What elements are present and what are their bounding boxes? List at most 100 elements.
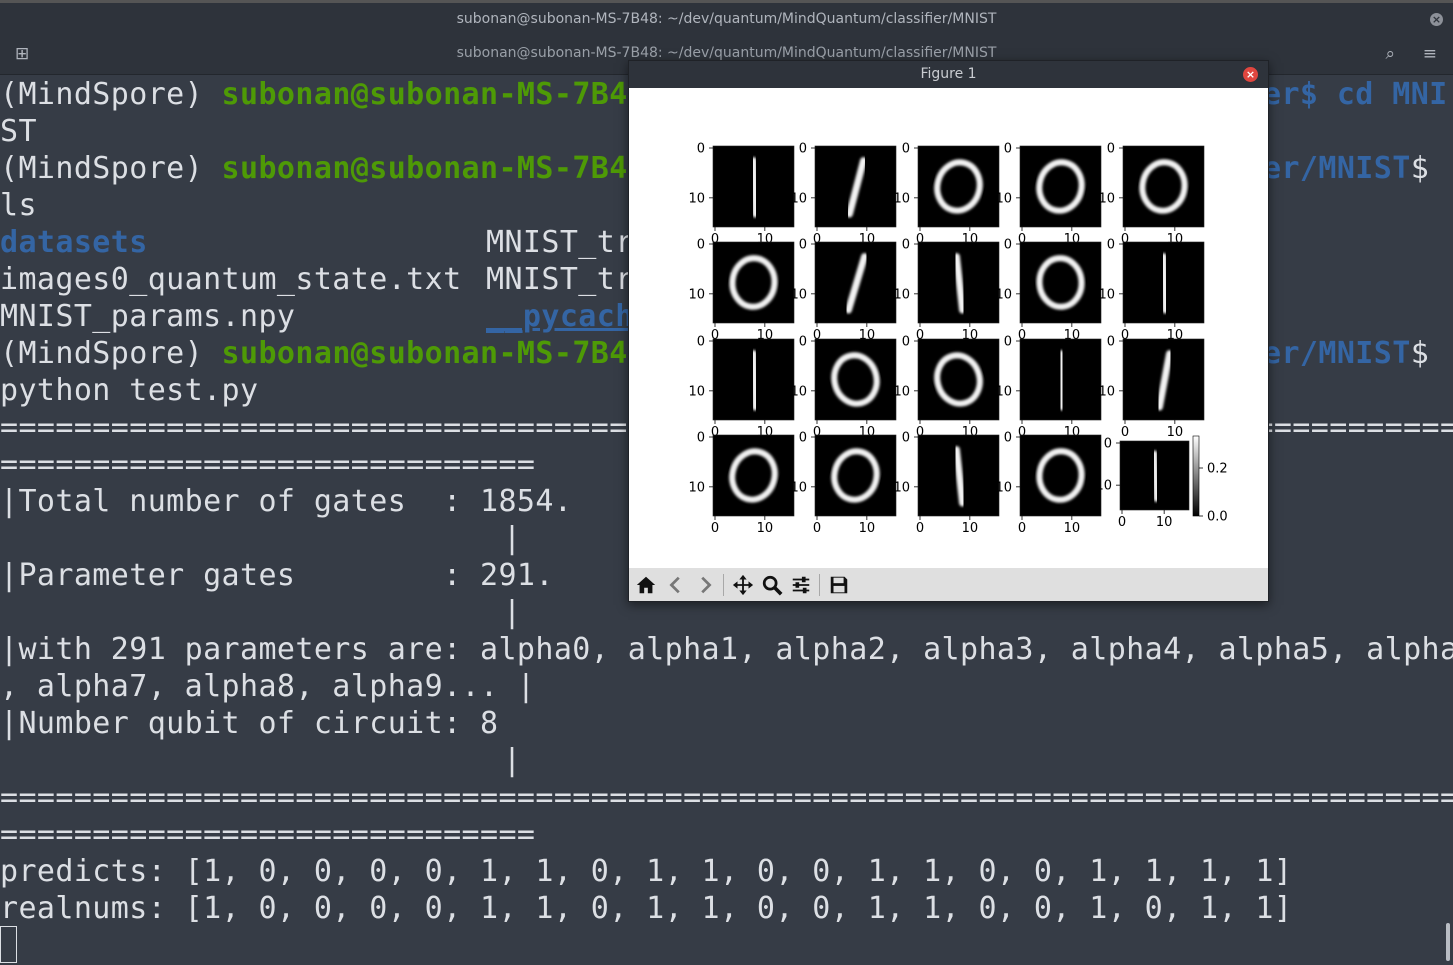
- digit-image: [917, 338, 1000, 421]
- predicts-line: predicts: [1, 0, 0, 0, 0, 1, 1, 0, 1, 1,…: [0, 854, 1293, 889]
- table-pipe: |: [503, 595, 522, 630]
- digit-image: [814, 338, 897, 421]
- table-pipe: |: [503, 743, 522, 778]
- prompt-path-3: er/MNIST$: [1263, 335, 1429, 372]
- env-name: (MindSpore): [0, 336, 222, 371]
- figure-canvas[interactable]: 0 10 0 10 0 10 0 10 0 10 0 10 0 10 0 10 0 10 0 10 0 10 0 10 0 10 0…: [629, 88, 1268, 568]
- toolbar-separator: [819, 574, 820, 596]
- y-tick-label: 10: [1098, 287, 1115, 302]
- command-cd: er$ cd MNI: [1263, 77, 1448, 112]
- ls-entry: images0_quantum_state.txt: [0, 262, 462, 297]
- x-tick-label: 0: [1018, 521, 1026, 536]
- colorbar: [1192, 435, 1200, 517]
- y-tick-label: 10: [995, 480, 1012, 495]
- separator-rule: =============================: [0, 447, 536, 482]
- menu-icon[interactable]: ≡: [1423, 44, 1437, 64]
- figure-title: Figure 1: [629, 61, 1268, 88]
- digit-stroke-one: [1151, 450, 1160, 502]
- prompt-path-1: er$ cd MNI: [1263, 76, 1448, 113]
- y-tick-label: 0: [799, 238, 807, 253]
- prompt-user: subonan@subonan-MS-7B48: [221, 77, 647, 112]
- zoom-icon[interactable]: [759, 572, 785, 598]
- y-tick-label: 0: [902, 142, 910, 157]
- prompt-dollar: $: [1410, 151, 1430, 186]
- env-name: (MindSpore): [0, 151, 222, 186]
- y-tick-label: 0: [902, 335, 910, 350]
- y-tick-label: 0: [1107, 142, 1115, 157]
- colorbar-tick-label: 0.0: [1207, 510, 1228, 525]
- y-tick-label: 0: [697, 335, 705, 350]
- digit-stroke-one: [750, 157, 759, 218]
- y-tick-label: 10: [790, 191, 807, 206]
- x-tick-label: 0: [813, 521, 821, 536]
- ls-entry-pycache: __pycach: [486, 299, 634, 334]
- configure-subplots-icon[interactable]: [788, 572, 814, 598]
- digit-stroke-one: [1057, 350, 1066, 411]
- y-tick-label: 10: [790, 480, 807, 495]
- separator-rule: =============================: [0, 817, 536, 852]
- prompt-user: subonan@subonan-MS-7B48: [221, 151, 647, 186]
- digit-image: [712, 241, 795, 324]
- digit-stroke-one: [1160, 253, 1169, 314]
- save-icon[interactable]: [826, 572, 852, 598]
- ls-entry: MNIST_tr: [486, 225, 634, 260]
- prompt-user: subonan@subonan-MS-7B48: [221, 336, 647, 371]
- env-name: (MindSpore): [0, 77, 222, 112]
- back-icon[interactable]: [663, 572, 689, 598]
- y-tick-label: 0: [697, 142, 705, 157]
- digit-image: [1019, 434, 1102, 517]
- prompt-line-2: (MindSpore) subonan@subonan-MS-7B48: [0, 150, 646, 187]
- y-tick-label: 0: [1107, 335, 1115, 350]
- parameter-gates-line: |Parameter gates : 291.: [0, 558, 554, 593]
- y-tick-label: 10: [893, 384, 910, 399]
- prompt-path: er/MNIST: [1263, 151, 1411, 186]
- search-icon[interactable]: ⌕: [1385, 44, 1395, 64]
- digit-image: [814, 434, 897, 517]
- parameters-line: |with 291 parameters are: alpha0, alpha1…: [0, 632, 1453, 667]
- window-title: subonan@subonan-MS-7B48: ~/dev/quantum/M…: [456, 11, 997, 27]
- x-tick-label: 0: [916, 521, 924, 536]
- window-titlebar: subonan@subonan-MS-7B48: ~/dev/quantum/M…: [0, 0, 1453, 36]
- y-tick-label: 0: [902, 431, 910, 446]
- ls-entry-datasets: datasets: [0, 225, 148, 260]
- matplotlib-figure-window: Figure 1 × 0 10 0 10 0 10 0 10 0 10 0 10 0 10 0 10 0 10 0 1…: [628, 60, 1269, 602]
- x-tick-label: 10: [1064, 521, 1081, 536]
- y-tick-label: 10: [995, 287, 1012, 302]
- table-pipe: |: [503, 521, 522, 556]
- pan-icon[interactable]: [730, 572, 756, 598]
- scrollbar[interactable]: [1446, 923, 1450, 961]
- parameters-line-cont: , alpha7, alpha8, alpha9... |: [0, 669, 536, 704]
- x-tick-label: 0: [1118, 515, 1126, 530]
- digit-image: [712, 434, 795, 517]
- ls-entry: MNIST_tr: [486, 262, 634, 297]
- window-close-icon[interactable]: ×: [1430, 13, 1443, 26]
- figure-close-icon[interactable]: ×: [1243, 67, 1258, 82]
- colorbar-tick-label: 0.2: [1207, 462, 1228, 477]
- y-tick-label: 10: [1098, 384, 1115, 399]
- x-tick-label: 10: [962, 521, 979, 536]
- y-tick-label: 10: [688, 384, 705, 399]
- total-gates-line: |Total number of gates : 1854.: [0, 484, 573, 519]
- figure-toolbar: [629, 568, 1268, 601]
- home-icon[interactable]: [633, 572, 659, 598]
- prompt-path-2: er/MNIST$: [1263, 150, 1429, 187]
- y-tick-label: 10: [1098, 191, 1115, 206]
- realnums-line: realnums: [1, 0, 0, 0, 0, 1, 1, 0, 1, 1,…: [0, 891, 1293, 926]
- y-tick-label: 10: [790, 384, 807, 399]
- x-tick-label: 10: [859, 521, 876, 536]
- y-tick-label: 10: [790, 287, 807, 302]
- x-tick-label: 10: [1167, 425, 1184, 440]
- y-tick-label: 10: [995, 191, 1012, 206]
- prompt-path: er/MNIST: [1263, 336, 1411, 371]
- x-tick-label: 0: [711, 521, 719, 536]
- prompt-line-1: (MindSpore) subonan@subonan-MS-7B48: [0, 76, 646, 113]
- y-tick-label: 0: [1004, 238, 1012, 253]
- forward-icon[interactable]: [692, 572, 718, 598]
- y-tick-label: 0: [799, 335, 807, 350]
- digit-stroke-one: [750, 350, 759, 411]
- y-tick-label: 10: [688, 480, 705, 495]
- digit-image: [917, 145, 1000, 228]
- y-tick-label: 0: [1004, 335, 1012, 350]
- y-tick-label: 0: [697, 238, 705, 253]
- toolbar-separator: [723, 574, 724, 596]
